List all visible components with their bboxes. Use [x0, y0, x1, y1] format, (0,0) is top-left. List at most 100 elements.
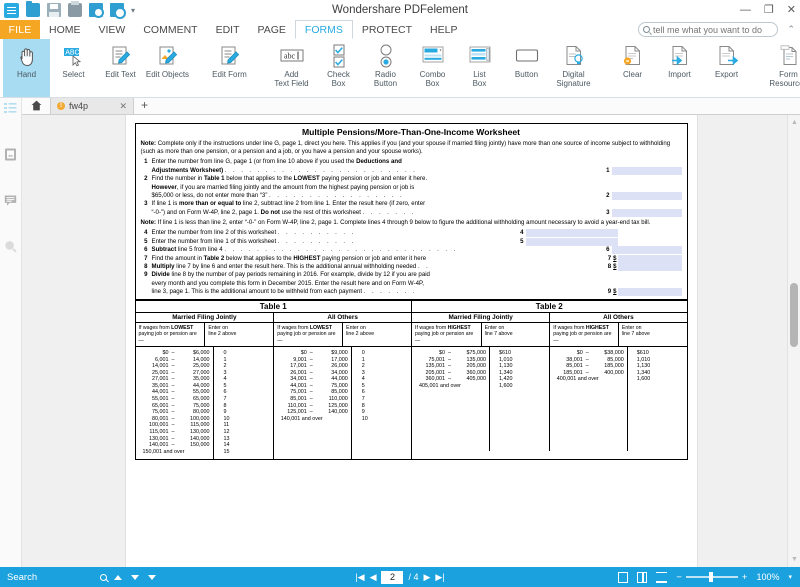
line-5-field[interactable]: [525, 237, 618, 246]
scroll-up-icon[interactable]: ▲: [791, 119, 798, 126]
line-3-text: If line 1 is more than or equal to line …: [151, 200, 426, 208]
worksheet-line-9: 9 Divide line 8 by the number of pay per…: [141, 271, 682, 279]
table-range-row: 26,001–34,000: [290, 369, 348, 376]
line-4-field[interactable]: [525, 229, 618, 238]
line-3-field[interactable]: [611, 208, 682, 217]
zoom-slider[interactable]: [685, 572, 738, 582]
tool-push-button[interactable]: Button: [503, 39, 550, 97]
zoom-in-button[interactable]: +: [742, 572, 748, 583]
table-range-row: 100,001–115,000: [149, 422, 210, 429]
zoom-slider-knob[interactable]: [708, 572, 713, 582]
fit-width-icon[interactable]: [656, 571, 668, 583]
menu-view[interactable]: VIEW: [90, 20, 135, 39]
last-page-button[interactable]: ▶|: [435, 572, 444, 583]
ribbon-collapse-icon[interactable]: ⌃: [787, 24, 795, 35]
find-search-icon[interactable]: [100, 573, 107, 581]
line-2-endnum: 2: [606, 192, 610, 200]
tool-clear[interactable]: Clear: [609, 39, 656, 97]
radio-button-icon: [376, 42, 396, 69]
single-page-view-icon[interactable]: [618, 571, 629, 583]
search-panel-icon[interactable]: [4, 240, 18, 254]
menu-home[interactable]: HOME: [40, 20, 90, 39]
table-1-column-headers: If wages from LOWEST paying job or pensio…: [135, 322, 411, 347]
worksheet-note-mid: Note: If line 1 is less than line 2, ent…: [136, 219, 687, 229]
line-3-text-cont: “-0-”) and on Form W-4P, line 2, page 1.…: [151, 208, 416, 216]
scroll-down-icon[interactable]: ▼: [791, 556, 798, 563]
tool-form-resources[interactable]: Form Resources: [762, 39, 800, 97]
zoom-dropdown-icon[interactable]: ▾: [788, 573, 792, 581]
next-page-button[interactable]: ▶: [424, 572, 431, 583]
document-tab-label: fw4p: [69, 101, 89, 111]
tool-list-box[interactable]: List Box: [456, 39, 503, 97]
menu-comment[interactable]: COMMENT: [134, 20, 206, 39]
line-7-field[interactable]: [617, 254, 682, 263]
table-value-cell: 1,130: [636, 363, 651, 370]
menu-file[interactable]: FILE: [0, 20, 40, 39]
facing-page-view-icon[interactable]: [637, 571, 648, 583]
line-9-number: 9: [144, 271, 148, 279]
comments-panel-icon[interactable]: [4, 194, 18, 208]
tool-combo-box[interactable]: Combo Box: [409, 39, 456, 97]
table-value-cell: 10: [223, 415, 230, 422]
table-value-cell: 15: [223, 448, 230, 455]
table-value-cell: $610: [499, 349, 511, 356]
tool-edit-text[interactable]: Edit Text: [97, 39, 144, 97]
tool-hand[interactable]: Hand: [3, 39, 50, 97]
zoom-control: − +: [676, 572, 747, 583]
line-1-field[interactable]: [611, 166, 682, 175]
table-value-cell: 3: [361, 369, 365, 376]
tool-import[interactable]: Import: [656, 39, 703, 97]
line-9-field[interactable]: [617, 288, 682, 297]
tool-select[interactable]: ABC Select: [50, 39, 97, 97]
document-tab[interactable]: ! fw4p ✕: [50, 97, 134, 114]
pdf-page[interactable]: Multiple Pensions/More-Than-One-Income W…: [125, 115, 697, 567]
find-next-icon[interactable]: [131, 574, 139, 580]
find-previous-icon[interactable]: [114, 574, 122, 580]
previous-page-button[interactable]: ◀: [370, 572, 377, 583]
status-search-label[interactable]: Search: [0, 572, 100, 583]
line-8-field[interactable]: [617, 263, 682, 272]
worksheet-line-7: 7 Find the amount in Table 2 below that …: [141, 254, 682, 263]
edit-text-icon: [110, 42, 132, 69]
line-7-dollar: $: [613, 254, 617, 262]
document-canvas[interactable]: Multiple Pensions/More-Than-One-Income W…: [22, 115, 800, 567]
menu-protect[interactable]: PROTECT: [353, 20, 421, 39]
close-button[interactable]: ✕: [787, 4, 796, 16]
worksheet-line-2-cont1: However, if you are married filing joint…: [141, 184, 682, 192]
scrollbar-thumb[interactable]: [790, 283, 798, 347]
export-icon: [716, 42, 738, 69]
tool-export[interactable]: Export: [703, 39, 750, 97]
tell-me-search-box[interactable]: [638, 22, 778, 37]
tool-radio-button[interactable]: Radio Button: [362, 39, 409, 97]
bookmarks-panel-icon[interactable]: [3, 102, 18, 116]
page-number-input[interactable]: 2: [381, 570, 404, 584]
table-value-cell: 5: [361, 382, 365, 389]
line-6-field[interactable]: [611, 246, 682, 255]
home-tab[interactable]: [22, 97, 50, 114]
worksheet-line-3-cont: “-0-”) and on Form W-4P, line 2, page 1.…: [141, 208, 682, 217]
close-tab-icon[interactable]: ✕: [119, 101, 127, 112]
search-input[interactable]: [653, 24, 771, 35]
thumbnails-panel-icon[interactable]: [4, 148, 18, 162]
tool-add-text-field[interactable]: abc Add Text Field: [268, 39, 315, 97]
table-value-cell: 0: [223, 349, 227, 356]
line-2-field[interactable]: [611, 192, 682, 201]
line-4-endnum: 4: [520, 229, 524, 237]
first-page-button[interactable]: |◀: [355, 572, 364, 583]
find-last-icon[interactable]: [148, 574, 156, 580]
table-range-row: 405,001 and over: [419, 382, 461, 389]
maximize-button[interactable]: ❐: [764, 4, 774, 16]
vertical-scrollbar[interactable]: ▲ ▼: [787, 115, 800, 567]
menu-page[interactable]: PAGE: [249, 20, 295, 39]
check-box-icon: [329, 42, 349, 69]
tool-digital-signature[interactable]: Digital Signature: [550, 39, 597, 97]
menu-edit[interactable]: EDIT: [207, 20, 249, 39]
tool-edit-objects[interactable]: Edit Objects: [144, 39, 191, 97]
new-tab-button[interactable]: +: [134, 97, 155, 114]
minimize-button[interactable]: —: [740, 4, 751, 16]
tool-edit-form[interactable]: Edit Form: [203, 39, 256, 97]
zoom-out-button[interactable]: −: [676, 572, 682, 583]
menu-help[interactable]: HELP: [421, 20, 466, 39]
menu-forms[interactable]: FORMS: [294, 20, 353, 39]
tool-check-box[interactable]: Check Box: [315, 39, 362, 97]
